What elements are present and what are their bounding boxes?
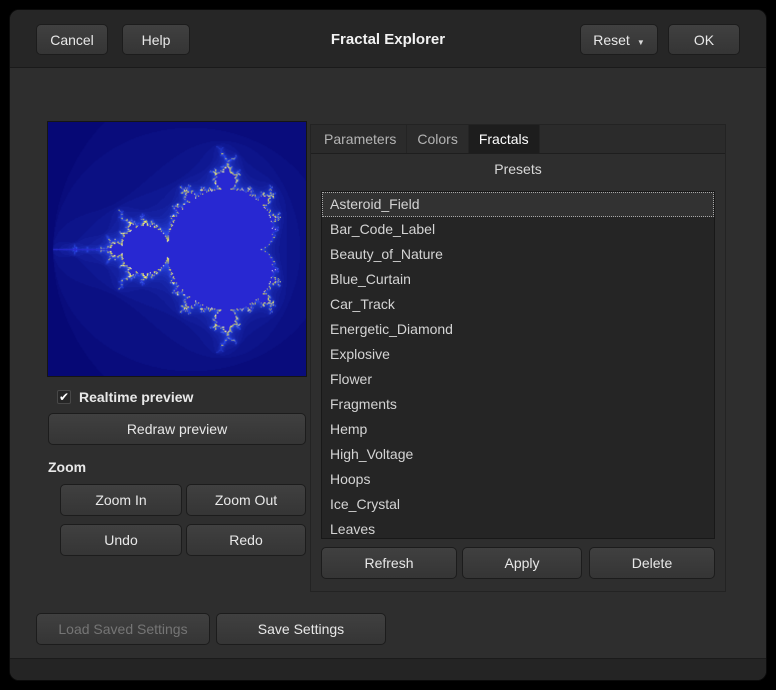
check-icon (59, 388, 69, 406)
realtime-preview-label: Realtime preview (79, 389, 193, 405)
tab-parameters[interactable]: Parameters (314, 125, 407, 153)
tab-fractals[interactable]: Fractals (469, 125, 540, 153)
list-item[interactable]: Leaves (322, 517, 714, 539)
header-bar: Fractal Explorer Cancel Help Reset OK (10, 10, 766, 68)
ok-button[interactable]: OK (668, 24, 740, 55)
list-item[interactable]: Fragments (322, 392, 714, 417)
tab-bar: ParametersColorsFractals (311, 125, 725, 154)
list-item[interactable]: Energetic_Diamond (322, 317, 714, 342)
notebook: ParametersColorsFractals Presets Asteroi… (310, 124, 726, 592)
chevron-down-icon (637, 32, 645, 48)
refresh-button[interactable]: Refresh (321, 547, 457, 579)
list-item[interactable]: Flower (322, 367, 714, 392)
list-item[interactable]: Ice_Crystal (322, 492, 714, 517)
fractal-explorer-dialog: Fractal Explorer Cancel Help Reset OK Re… (10, 10, 766, 680)
list-item[interactable]: Hemp (322, 417, 714, 442)
list-item[interactable]: Asteroid_Field (322, 192, 714, 217)
list-item[interactable]: Hoops (322, 467, 714, 492)
list-item[interactable]: Bar_Code_Label (322, 217, 714, 242)
undo-button[interactable]: Undo (60, 524, 182, 556)
save-settings-button[interactable]: Save Settings (216, 613, 386, 645)
load-saved-settings-button[interactable]: Load Saved Settings (36, 613, 210, 645)
list-item[interactable]: Car_Track (322, 292, 714, 317)
list-item[interactable]: Beauty_of_Nature (322, 242, 714, 267)
tab-colors[interactable]: Colors (407, 125, 468, 153)
list-item[interactable]: High_Voltage (322, 442, 714, 467)
fractal-preview-frame (48, 122, 306, 376)
reset-button-label: Reset (593, 32, 630, 48)
dialog-bottom-strip (10, 658, 766, 680)
realtime-preview-checkbox[interactable]: Realtime preview (57, 387, 193, 407)
help-button[interactable]: Help (122, 24, 190, 55)
presets-title: Presets (311, 161, 725, 177)
redo-button[interactable]: Redo (186, 524, 306, 556)
fractal-preview[interactable] (48, 122, 306, 376)
delete-button[interactable]: Delete (589, 547, 715, 579)
preset-list[interactable]: Asteroid_FieldBar_Code_LabelBeauty_of_Na… (321, 191, 715, 539)
zoom-in-button[interactable]: Zoom In (60, 484, 182, 516)
list-item[interactable]: Blue_Curtain (322, 267, 714, 292)
cancel-button[interactable]: Cancel (36, 24, 108, 55)
zoom-section-label: Zoom (48, 459, 86, 475)
redraw-preview-button[interactable]: Redraw preview (48, 413, 306, 445)
reset-dropdown-button[interactable]: Reset (580, 24, 658, 55)
preset-actions: Refresh Apply Delete (321, 547, 723, 579)
zoom-out-button[interactable]: Zoom Out (186, 484, 306, 516)
list-item[interactable]: Explosive (322, 342, 714, 367)
checkbox-box (57, 390, 71, 404)
apply-button[interactable]: Apply (462, 547, 582, 579)
